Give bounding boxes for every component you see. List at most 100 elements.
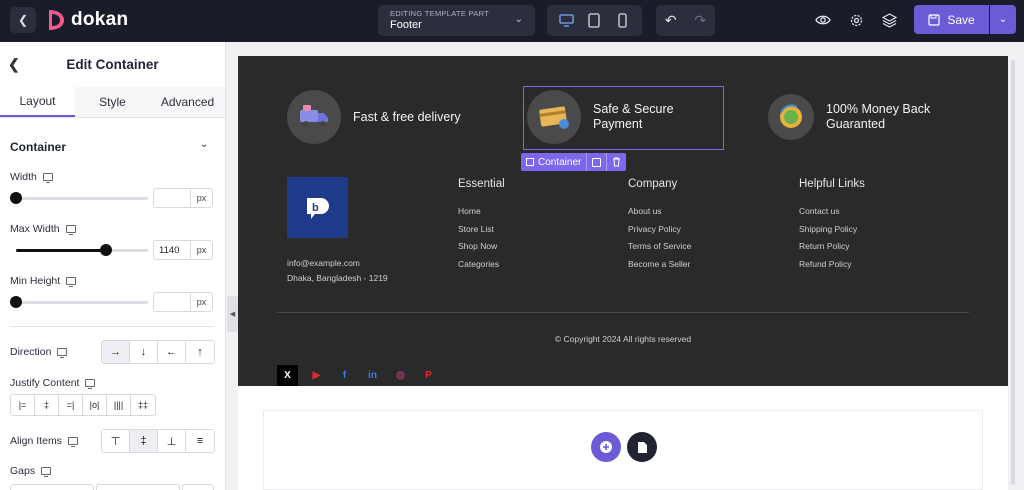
width-unit[interactable]: px [191,188,213,208]
justify-center-button[interactable]: ‡ [35,395,59,415]
justify-start-button[interactable]: |= [11,395,35,415]
plus-icon [600,441,612,453]
add-section-button[interactable] [591,432,621,462]
footer-link[interactable]: Shop Now [458,241,497,251]
duplicate-button[interactable] [587,153,606,171]
max-width-input[interactable]: 1140 [153,240,191,260]
feature-money-back[interactable]: 100% Money Back Guaranted [768,94,930,140]
desktop-icon [41,467,52,477]
tab-layout[interactable]: Layout [0,87,75,117]
min-height-label: Min Height [10,275,77,287]
desktop-icon [57,348,68,358]
footer-link[interactable]: Terms of Service [628,241,691,251]
column-title-essential: Essential [458,178,505,190]
desktop-icon [42,173,53,183]
footer-link[interactable]: Refund Policy [799,259,851,269]
chevron-left-icon: ◀ [229,311,236,318]
brand-logo[interactable]: b [287,177,348,238]
container-chip-label: Container [538,156,582,168]
align-start-button[interactable]: ⊤ [102,430,130,452]
template-part-selector[interactable]: EDITING TEMPLATE PART Footer ⌄ [378,5,535,36]
svg-text:b: b [312,202,319,214]
footer-link[interactable]: Contact us [799,206,840,216]
footer-link[interactable]: About us [628,206,662,216]
footer-link[interactable]: Store List [458,224,494,234]
panel-header: ❮ Edit Container [0,42,225,87]
footer-link[interactable]: Categories [458,259,499,269]
slider-handle[interactable] [10,192,22,204]
save-button[interactable]: Save [914,5,989,34]
footer-link[interactable]: Home [458,206,481,216]
min-height-unit[interactable]: px [191,292,213,312]
youtube-icon[interactable]: ▶ [306,365,327,386]
gap-input[interactable] [96,484,180,490]
slider-handle[interactable] [99,244,112,256]
min-height-slider[interactable] [10,296,148,308]
delete-button[interactable] [607,153,626,171]
footer-link[interactable]: Become a Seller [628,259,690,269]
direction-buttons: → ↓ ← ↑ [101,340,215,364]
panel-collapse-handle[interactable]: ◀ [227,296,238,332]
chevron-down-icon: ⌄ [998,14,1008,25]
back-button[interactable]: ❮ [10,7,36,33]
settings-button[interactable] [846,10,866,30]
width-input[interactable] [153,188,191,208]
chevron-down-icon[interactable]: ⌄ [200,139,208,150]
layers-button[interactable] [879,10,899,30]
footer-link[interactable]: Shipping Policy [799,224,857,234]
redo-icon[interactable]: ↷ [694,12,706,29]
tab-advanced[interactable]: Advanced [150,87,225,117]
direction-column-button[interactable]: ↓ [130,341,158,363]
money-back-icon [768,94,814,140]
direction-row-reverse-button[interactable]: ← [158,341,186,363]
width-slider[interactable] [10,192,148,204]
contact-email[interactable]: info@example.com [287,258,360,268]
gap-input[interactable] [10,484,94,490]
preview-button[interactable] [813,10,833,30]
desktop-icon [65,225,76,235]
x-icon[interactable]: X [277,365,298,386]
justify-end-button[interactable]: =| [59,395,83,415]
undo-icon[interactable]: ↶ [665,12,677,29]
footer-section[interactable]: Fast & free delivery Safe & Secure Payme… [238,56,1008,386]
max-width-unit[interactable]: px [191,240,213,260]
save-options-button[interactable]: ⌄ [990,5,1016,34]
add-template-button[interactable] [627,432,657,462]
direction-column-reverse-button[interactable]: ↑ [186,341,214,363]
trash-icon [613,157,621,167]
justify-around-button[interactable]: |||| [107,395,131,415]
container-select-button[interactable]: Container [521,153,586,171]
min-height-input[interactable] [153,292,191,312]
slider-handle[interactable] [10,296,22,308]
tablet-view-button[interactable] [584,11,604,31]
device-switcher [547,5,642,36]
direction-label-text: Direction [10,346,52,358]
align-stretch-button[interactable]: ≡ [186,430,214,452]
chevron-left-icon[interactable]: ❮ [8,56,20,73]
linkedin-icon[interactable]: in [362,365,383,386]
footer-link[interactable]: Return Policy [799,241,850,251]
tab-style[interactable]: Style [75,87,150,117]
gap-unit[interactable] [182,484,214,490]
canvas-scrollbar[interactable] [1011,60,1015,485]
align-end-button[interactable]: ⊥ [158,430,186,452]
align-items-buttons: ⊤ ‡ ⊥ ≡ [101,429,215,453]
mobile-icon [617,13,627,28]
pinterest-icon[interactable]: P [418,365,439,386]
instagram-icon[interactable]: ◎ [390,365,411,386]
desktop-view-button[interactable] [557,11,577,31]
facebook-icon[interactable]: f [334,365,355,386]
section-title[interactable]: Container [10,140,66,154]
mobile-view-button[interactable] [612,11,632,31]
justify-between-button[interactable]: |o| [83,395,107,415]
direction-row-button[interactable]: → [102,341,130,363]
empty-section[interactable] [263,410,983,490]
justify-evenly-button[interactable]: ‡‡ [131,395,155,415]
container-toolbar: Container [521,153,627,171]
align-center-button[interactable]: ‡ [130,430,158,452]
selected-container-outline[interactable] [523,86,724,150]
feature-delivery[interactable]: Fast & free delivery [287,90,461,144]
footer-link[interactable]: Privacy Policy [628,224,681,234]
align-items-label: Align Items [10,435,78,447]
max-width-slider[interactable] [16,244,148,256]
